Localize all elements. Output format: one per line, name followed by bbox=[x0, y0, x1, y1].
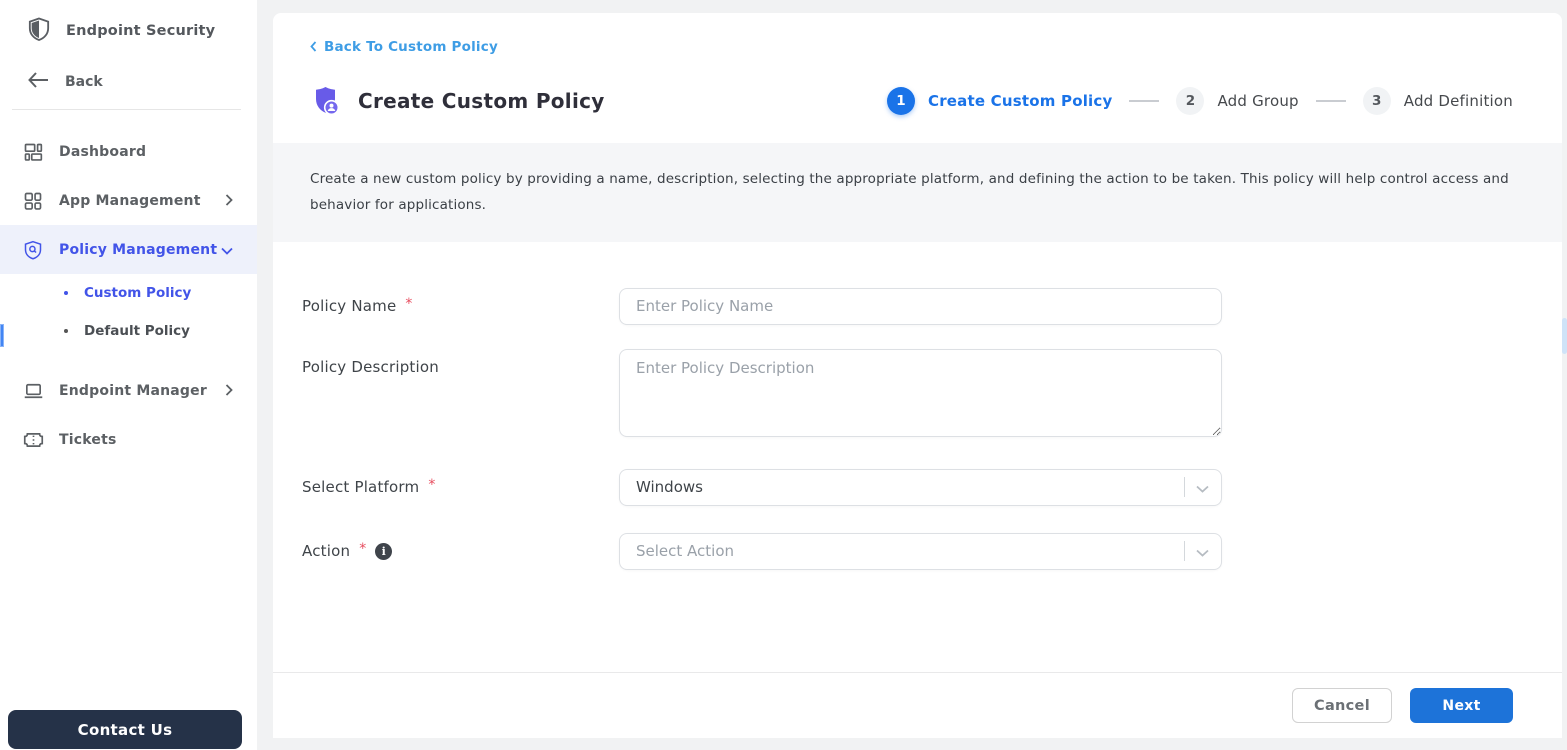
step-add-definition[interactable]: 3 Add Definition bbox=[1362, 87, 1513, 115]
sidebar: Endpoint Security Back Dashboard App Man… bbox=[0, 0, 257, 750]
intro-description: Create a new custom policy by providing … bbox=[273, 143, 1562, 242]
main-content-card: Back To Custom Policy Create Custom Poli… bbox=[273, 13, 1562, 738]
brand-label: Endpoint Security bbox=[66, 23, 216, 39]
right-scrollbar-thumb[interactable] bbox=[1562, 318, 1567, 354]
sidebar-item-dashboard[interactable]: Dashboard bbox=[0, 127, 257, 176]
step-add-group[interactable]: 2 Add Group bbox=[1176, 87, 1299, 115]
sidebar-item-tickets[interactable]: Tickets bbox=[0, 415, 257, 464]
back-label: Back bbox=[65, 74, 103, 90]
select-divider bbox=[1184, 541, 1185, 562]
shield-icon bbox=[28, 17, 50, 45]
page-title: Create Custom Policy bbox=[358, 89, 605, 113]
apps-grid-icon bbox=[22, 191, 44, 211]
sidebar-subitem-custom-policy[interactable]: Custom Policy bbox=[0, 274, 257, 312]
sidebar-item-label: Endpoint Manager bbox=[59, 382, 207, 399]
laptop-icon bbox=[22, 381, 44, 401]
select-divider bbox=[1184, 477, 1185, 498]
action-row: Action * i Select Action bbox=[302, 532, 1562, 570]
wizard-stepper: 1 Create Custom Policy 2 Add Group 3 Add… bbox=[887, 87, 1513, 115]
sidebar-back-button[interactable]: Back bbox=[0, 45, 257, 92]
back-link-label: Back To Custom Policy bbox=[324, 38, 498, 55]
subitem-label: Default Policy bbox=[84, 323, 190, 339]
policy-name-row: Policy Name * bbox=[302, 287, 1562, 325]
policy-shield-search-icon bbox=[22, 239, 44, 261]
sidebar-divider bbox=[12, 109, 241, 110]
required-marker: * bbox=[405, 296, 413, 313]
cancel-button[interactable]: Cancel bbox=[1292, 688, 1392, 723]
step-create-custom-policy[interactable]: 1 Create Custom Policy bbox=[887, 87, 1112, 115]
left-scrollbar-thumb[interactable] bbox=[0, 324, 4, 347]
policy-description-label: Policy Description bbox=[302, 357, 439, 376]
required-marker: * bbox=[359, 541, 367, 558]
next-button[interactable]: Next bbox=[1410, 688, 1513, 723]
form-footer: Cancel Next bbox=[273, 672, 1562, 738]
policy-form: Policy Name * Policy Description Select … bbox=[273, 242, 1562, 570]
sidebar-item-app-management[interactable]: App Management bbox=[0, 176, 257, 225]
step-number: 1 bbox=[887, 87, 915, 115]
platform-label: Select Platform bbox=[302, 478, 420, 497]
subitem-label: Custom Policy bbox=[84, 285, 192, 301]
platform-select[interactable]: Windows bbox=[619, 468, 1222, 506]
step-connector bbox=[1129, 100, 1160, 102]
step-label: Create Custom Policy bbox=[928, 92, 1113, 110]
platform-selected-value: Windows bbox=[636, 478, 703, 497]
sidebar-item-label: Tickets bbox=[59, 431, 117, 448]
policy-description-textarea[interactable] bbox=[619, 348, 1222, 437]
policy-user-icon bbox=[310, 85, 343, 117]
sidebar-item-label: Dashboard bbox=[59, 143, 147, 160]
bullet-icon bbox=[64, 291, 68, 295]
step-label: Add Group bbox=[1217, 92, 1299, 110]
brand: Endpoint Security bbox=[0, 0, 257, 45]
required-marker: * bbox=[428, 477, 436, 494]
sidebar-subitem-default-policy[interactable]: Default Policy bbox=[0, 312, 257, 350]
chevron-right-icon bbox=[225, 191, 233, 210]
step-number: 2 bbox=[1176, 87, 1205, 115]
action-placeholder-value: Select Action bbox=[636, 542, 735, 561]
dashboard-icon bbox=[22, 142, 44, 162]
platform-row: Select Platform * Windows bbox=[302, 468, 1562, 506]
info-icon[interactable]: i bbox=[375, 542, 393, 560]
bullet-icon bbox=[64, 329, 68, 333]
contact-us-button[interactable]: Contact Us bbox=[8, 710, 242, 749]
sidebar-item-label: App Management bbox=[59, 192, 201, 209]
ticket-icon bbox=[22, 431, 44, 449]
step-connector bbox=[1315, 100, 1346, 102]
action-label: Action bbox=[302, 542, 351, 561]
sidebar-item-policy-management[interactable]: Policy Management bbox=[0, 225, 257, 274]
menu-gap bbox=[0, 350, 257, 366]
chevron-right-icon bbox=[225, 381, 233, 400]
chevron-down-icon bbox=[221, 240, 233, 259]
action-select[interactable]: Select Action bbox=[619, 532, 1222, 570]
policy-description-row: Policy Description bbox=[302, 348, 1562, 441]
back-to-custom-policy-link[interactable]: Back To Custom Policy bbox=[310, 37, 498, 56]
policy-name-label: Policy Name bbox=[302, 297, 397, 316]
sidebar-item-label: Policy Management bbox=[59, 241, 218, 258]
step-number: 3 bbox=[1362, 87, 1391, 115]
step-label: Add Definition bbox=[1403, 92, 1513, 110]
sidebar-menu: Dashboard App Management Policy Manageme… bbox=[0, 127, 257, 464]
page-header: Create Custom Policy 1 Create Custom Pol… bbox=[310, 80, 1513, 122]
chevron-down-icon bbox=[1196, 478, 1209, 497]
chevron-down-icon bbox=[1196, 542, 1209, 561]
chevron-left-icon bbox=[310, 37, 317, 56]
arrow-left-icon bbox=[28, 72, 49, 92]
sidebar-item-endpoint-manager[interactable]: Endpoint Manager bbox=[0, 366, 257, 415]
policy-name-input[interactable] bbox=[619, 287, 1222, 325]
